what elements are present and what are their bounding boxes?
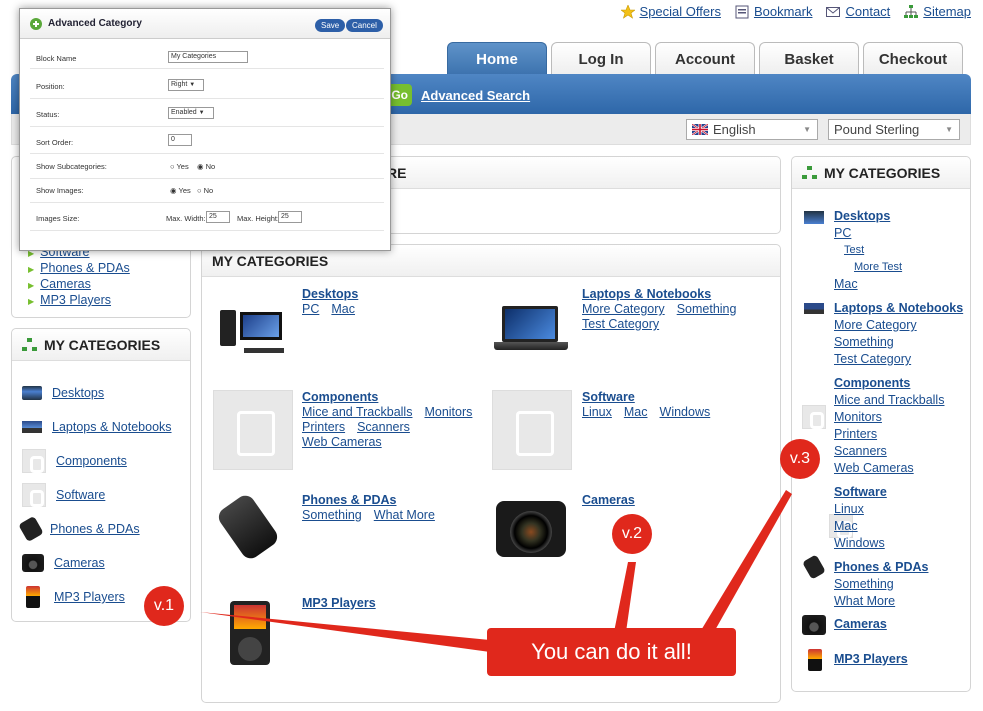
callout-banner: You can do it all! — [487, 628, 736, 676]
pointer-v3 — [700, 490, 792, 632]
pointer-v1 — [200, 612, 490, 652]
annotation-v3: v.3 — [780, 439, 820, 479]
pointer-v2 — [614, 562, 636, 632]
annotation-v2: v.2 — [612, 514, 652, 554]
annotation-v1: v.1 — [144, 586, 184, 626]
